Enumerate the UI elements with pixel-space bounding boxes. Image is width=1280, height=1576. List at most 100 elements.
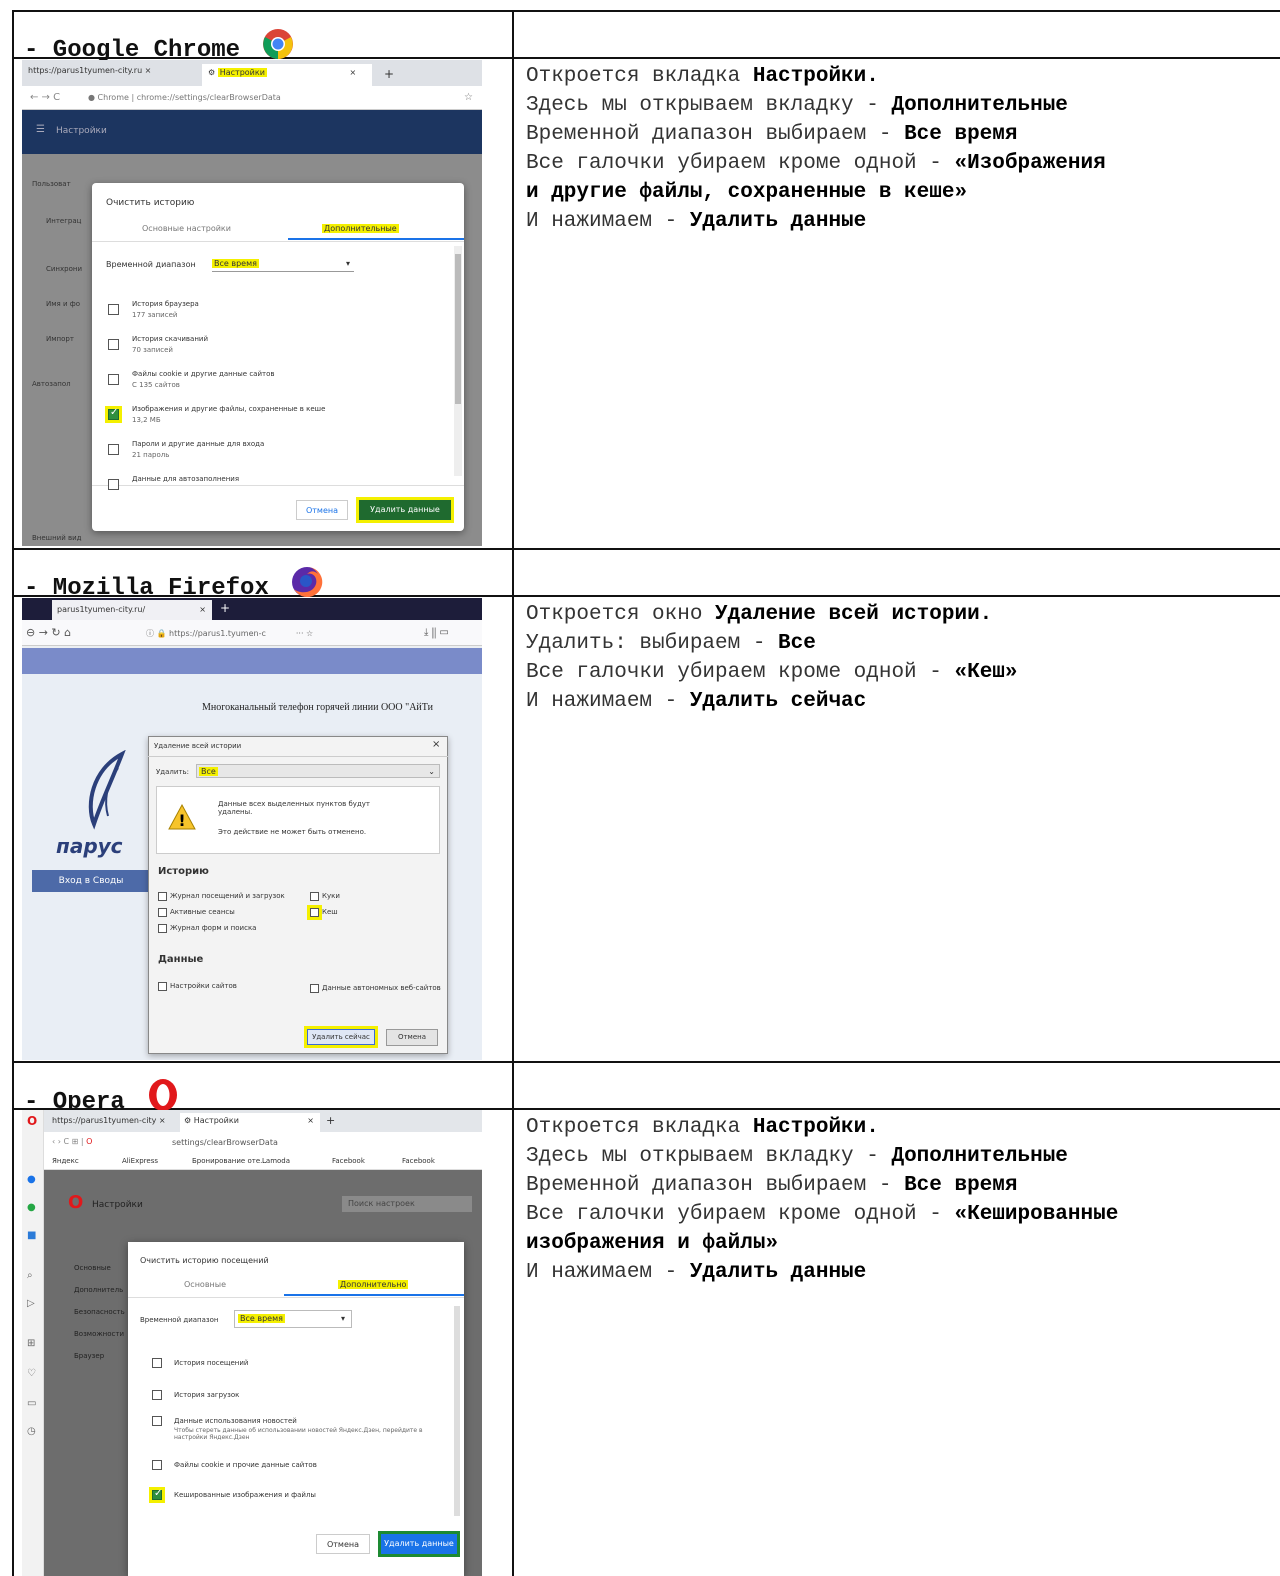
data-checkbox[interactable] <box>310 984 319 993</box>
instruction-keyword: изображения и файлы» <box>526 1232 779 1255</box>
bookmark-item[interactable]: Lamoda <box>262 1157 290 1165</box>
settings-nav-item[interactable]: Возможности <box>74 1330 124 1338</box>
settings-search-input[interactable]: Поиск настроек <box>342 1196 472 1212</box>
instruction-keyword: Удалить данные <box>689 1261 867 1284</box>
instruction-line: Откроется вкладка Настройки. <box>526 1113 1276 1142</box>
messenger-icon[interactable]: ● <box>27 1174 36 1185</box>
chrome-tab-1[interactable]: https://parus1tyumen-city.ru × <box>28 66 198 86</box>
tab-advanced[interactable]: Дополнительно <box>338 1280 409 1289</box>
checkbox-label: Журнал посещений и загрузок <box>170 892 285 900</box>
toolbar-icons[interactable]: ⤓ ⫼ ▭ <box>424 627 449 638</box>
bookmark-item[interactable]: Facebook <box>332 1157 365 1165</box>
settings-nav-item[interactable]: Безопасность <box>74 1308 125 1316</box>
heart-icon[interactable]: ♡ <box>27 1368 36 1379</box>
remove-label: Удалить: <box>156 768 189 776</box>
dialog-title: Удаление всей истории <box>154 742 242 750</box>
nav-buttons-icon[interactable]: ‹ › C ⊞ | O <box>52 1137 92 1146</box>
box-icon[interactable]: ▭ <box>27 1398 36 1409</box>
history-checkbox[interactable] <box>152 1390 162 1400</box>
menu-icon[interactable]: ☰ <box>36 124 45 135</box>
remove-select[interactable]: Все ⌄ <box>196 764 440 778</box>
opera-tab-2[interactable]: ⚙ Настройки × <box>180 1113 320 1132</box>
firefox-tab[interactable]: parus1tyumen-city.ru/× <box>52 600 212 620</box>
scrollbar-thumb[interactable] <box>455 254 461 404</box>
tab-basic[interactable]: Основные <box>184 1280 226 1289</box>
history-checkbox[interactable] <box>108 479 119 490</box>
close-icon[interactable]: × <box>432 739 440 750</box>
settings-nav-item[interactable]: Основные <box>74 1264 111 1272</box>
history-checkbox[interactable] <box>108 444 119 455</box>
instruction-text: Здесь мы открываем вкладку - <box>526 1145 892 1168</box>
whatsapp-icon[interactable]: ● <box>27 1202 36 1213</box>
instruction-line: Все галочки убираем кроме одной - «Кеш» <box>526 658 1276 687</box>
opera-menu-icon[interactable]: O <box>27 1114 37 1128</box>
chrome-screenshot: https://parus1tyumen-city.ru × ⚙ Настрой… <box>22 60 482 546</box>
bg-label: Пользоват <box>32 180 71 188</box>
firefox-url[interactable]: ⓘ 🔒 https://parus1.tyumen-c ··· ☆ <box>146 628 396 639</box>
checkbox-label: Кешированные изображения и файлы <box>174 1491 316 1499</box>
tab-indicator <box>288 238 464 240</box>
delete-now-button[interactable]: Удалить сейчас <box>304 1026 378 1048</box>
star-icon[interactable]: ☆ <box>464 92 473 103</box>
svg-text:!: ! <box>178 811 185 830</box>
data-checkbox[interactable] <box>158 982 167 991</box>
login-button[interactable]: Вход в Своды <box>32 870 150 892</box>
instruction-keyword: и другие файлы, сохраненные в кеше» <box>526 181 968 204</box>
history-checkbox[interactable] <box>307 905 322 920</box>
tab-advanced[interactable]: Дополнительные <box>322 224 399 233</box>
history-checkbox[interactable] <box>152 1460 162 1470</box>
history-checkbox[interactable] <box>152 1416 162 1426</box>
bookmark-item[interactable]: AliExpress <box>122 1157 158 1165</box>
settings-nav-item[interactable]: Дополнитель <box>74 1286 123 1294</box>
new-tab-icon[interactable]: + <box>220 601 230 615</box>
checkbox-label: Активные сеансы <box>170 908 235 916</box>
history-checkbox[interactable] <box>108 374 119 385</box>
send-icon[interactable]: ▷ <box>27 1298 35 1309</box>
delete-data-button[interactable]: Удалить данные <box>356 497 454 523</box>
cancel-button[interactable]: Отмена <box>316 1534 370 1554</box>
warning-icon: ! <box>168 803 196 832</box>
history-checkbox[interactable] <box>108 339 119 350</box>
history-checkbox[interactable] <box>158 924 167 933</box>
new-tab-icon[interactable]: + <box>384 67 394 81</box>
bookmark-item[interactable]: Facebook <box>402 1157 435 1165</box>
cancel-button[interactable]: Отмена <box>386 1029 438 1046</box>
history-checkbox[interactable] <box>152 1358 162 1368</box>
checkbox-label: Файлы cookie и прочие данные сайтов <box>174 1461 317 1469</box>
settings-nav-item[interactable]: Браузер <box>74 1352 104 1360</box>
bookmark-item[interactable]: Бронирование оте... <box>192 1157 267 1165</box>
instruction-keyword: Дополнительные <box>891 1145 1068 1168</box>
checkbox-sublabel: 13,2 МБ <box>132 416 161 424</box>
checkbox-label: Изображения и другие файлы, сохраненные … <box>132 405 326 413</box>
history-checkbox[interactable] <box>149 1487 165 1503</box>
opera-tab-1[interactable]: https://parus1tyumen-city × <box>52 1116 182 1125</box>
history-checkbox[interactable] <box>108 304 119 315</box>
chrome-url[interactable]: ● Chrome | chrome://settings/clearBrowse… <box>88 93 281 102</box>
delete-data-button[interactable]: Удалить данные <box>378 1531 460 1557</box>
new-tab-icon[interactable]: + <box>326 1114 335 1127</box>
tab-basic[interactable]: Основные настройки <box>142 224 231 233</box>
instruction-line: и другие файлы, сохраненные в кеше» <box>526 178 1276 207</box>
range-select[interactable]: Все время ▾ <box>212 256 354 272</box>
checkbox-label: Кеш <box>322 908 338 916</box>
instruction-line: Здесь мы открываем вкладку - Дополнитель… <box>526 91 1276 120</box>
divider <box>128 1297 464 1298</box>
grid-icon[interactable]: ⊞ <box>27 1338 35 1349</box>
history-checkbox[interactable] <box>158 908 167 917</box>
bookmark-item[interactable]: Яндекс <box>52 1157 79 1165</box>
range-select[interactable]: Все время ▾ <box>234 1310 352 1328</box>
history-icon[interactable]: ◷ <box>27 1426 36 1437</box>
history-checkbox[interactable] <box>105 406 122 423</box>
chrome-tab-2[interactable]: ⚙ Настройки × <box>202 64 372 86</box>
history-checkbox[interactable] <box>310 892 319 901</box>
history-checkbox[interactable] <box>158 892 167 901</box>
bg-label: Интеграц <box>46 217 82 225</box>
scrollbar[interactable] <box>454 1306 460 1516</box>
nav-buttons-icon[interactable]: ⊖ → ↻ ⌂ <box>26 626 71 639</box>
opera-url[interactable]: settings/clearBrowserData <box>172 1138 278 1147</box>
search-icon[interactable]: ⌕ <box>27 1270 33 1281</box>
instruction-keyword: Все время <box>904 123 1018 146</box>
cancel-button[interactable]: Отмена <box>296 500 348 520</box>
vk-icon[interactable]: ■ <box>27 1230 36 1241</box>
nav-buttons-icon[interactable]: ← → C <box>30 92 60 103</box>
